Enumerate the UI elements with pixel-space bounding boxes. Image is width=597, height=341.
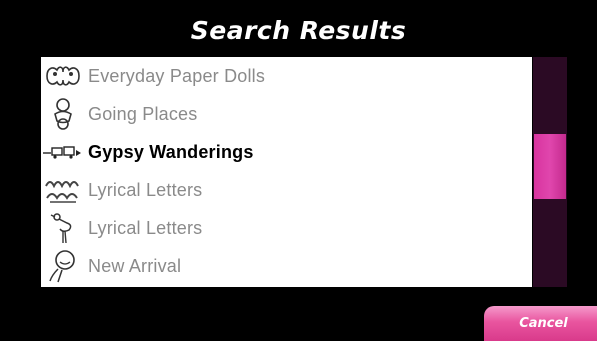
cancel-button[interactable]: Cancel: [484, 306, 597, 341]
baby-icon: [41, 95, 85, 133]
baby-shower-icon: [41, 171, 85, 209]
results-list: Everyday Paper Dolls Going Places Gypsy …: [41, 57, 532, 287]
list-item-label: Going Places: [88, 103, 198, 124]
list-item-label: Everyday Paper Dolls: [88, 65, 266, 86]
list-item-gypsy-wanderings[interactable]: Gypsy Wanderings: [41, 133, 532, 171]
list-item-everyday-paper-dolls[interactable]: Everyday Paper Dolls: [41, 57, 532, 95]
baby-crawl-icon: [41, 247, 85, 285]
caravan-icon: [41, 133, 85, 171]
stork-icon: [41, 209, 85, 247]
scrollbar-thumb[interactable]: [534, 134, 566, 199]
list-item-lyrical-letters-1[interactable]: Lyrical Letters: [41, 171, 532, 209]
cancel-button-label: Cancel: [519, 316, 568, 331]
list-item-label: New Arrival: [88, 255, 182, 276]
list-item-going-places[interactable]: Going Places: [41, 95, 532, 133]
list-item-label: Gypsy Wanderings: [88, 141, 254, 162]
page-title: Search Results: [190, 16, 407, 45]
list-item-label: Lyrical Letters: [88, 217, 203, 238]
list-item-lyrical-letters-2[interactable]: Lyrical Letters: [41, 209, 532, 247]
list-item-label: Lyrical Letters: [88, 179, 203, 200]
paper-dolls-icon: [41, 57, 85, 95]
list-item-new-arrival[interactable]: New Arrival: [41, 247, 532, 285]
